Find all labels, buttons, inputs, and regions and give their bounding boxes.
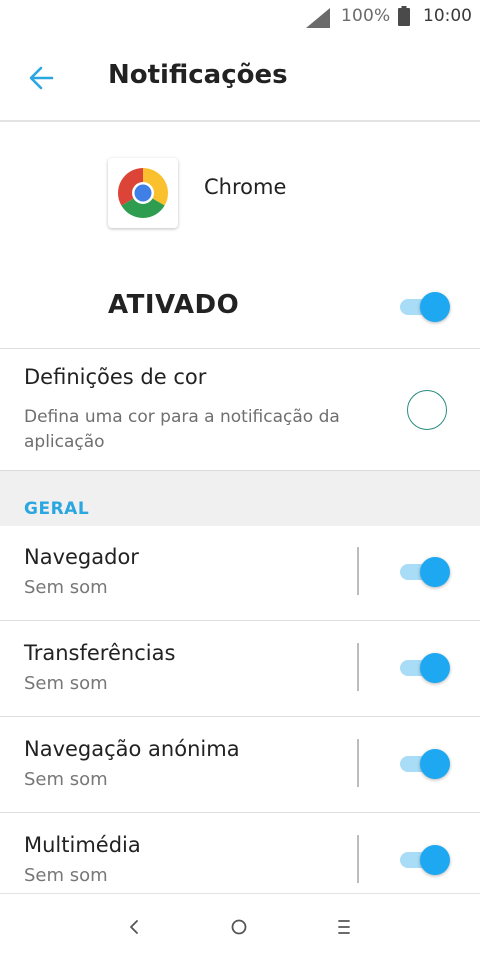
signal-icon — [306, 8, 330, 28]
arrow-back-icon — [29, 66, 54, 90]
nav-menu-icon — [338, 920, 350, 934]
channel-toggle[interactable] — [400, 555, 452, 589]
channel-toggle[interactable] — [400, 747, 452, 781]
vertical-separator — [357, 643, 359, 691]
vertical-separator — [357, 547, 359, 595]
color-picker-circle[interactable] — [407, 390, 447, 430]
channel-subtitle: Sem som — [24, 865, 108, 886]
battery-percent: 100% — [341, 6, 391, 26]
nav-menu-button[interactable] — [324, 912, 364, 942]
navigation-bar — [0, 893, 480, 961]
channel-title: Navegador — [24, 545, 139, 569]
toggle-thumb — [420, 749, 450, 779]
channel-title: Transferências — [24, 641, 176, 665]
channel-subtitle: Sem som — [24, 577, 108, 598]
page-title: Notificações — [108, 60, 288, 90]
toggle-thumb — [420, 292, 450, 322]
battery-icon — [398, 6, 410, 26]
nav-back-icon — [130, 920, 138, 934]
master-toggle[interactable] — [400, 290, 452, 324]
channel-row-navegacao-anonima[interactable]: Navegação anónima Sem som — [0, 717, 480, 813]
color-setting-title: Definições de cor — [24, 365, 207, 389]
section-header: GERAL — [0, 470, 480, 526]
status-bar: 100% 10:00 — [0, 0, 480, 36]
section-label: GERAL — [24, 499, 90, 519]
toggle-thumb — [420, 653, 450, 683]
channel-title: Navegação anónima — [24, 737, 240, 761]
clock: 10:00 — [423, 6, 472, 26]
channel-subtitle: Sem som — [24, 673, 108, 694]
toggle-thumb — [420, 557, 450, 587]
nav-home-icon — [231, 919, 247, 935]
color-setting-description: Defina uma cor para a notificação da apl… — [24, 407, 340, 452]
channel-row-navegador[interactable]: Navegador Sem som — [0, 525, 480, 621]
master-toggle-label: ATIVADO — [108, 290, 240, 320]
back-button[interactable] — [24, 60, 60, 96]
toolbar: Notificações — [0, 36, 480, 122]
channel-row-transferencias[interactable]: Transferências Sem som — [0, 621, 480, 717]
vertical-separator — [357, 835, 359, 883]
nav-back-button[interactable] — [114, 912, 154, 942]
vertical-separator — [357, 739, 359, 787]
toggle-thumb — [420, 845, 450, 875]
app-name: Chrome — [204, 175, 287, 199]
app-icon — [108, 158, 178, 228]
channel-subtitle: Sem som — [24, 769, 108, 790]
chrome-logo-icon — [118, 168, 168, 218]
channel-title: Multimédia — [24, 833, 141, 857]
channel-toggle[interactable] — [400, 843, 452, 877]
nav-home-button[interactable] — [219, 912, 259, 942]
channel-toggle[interactable] — [400, 651, 452, 685]
